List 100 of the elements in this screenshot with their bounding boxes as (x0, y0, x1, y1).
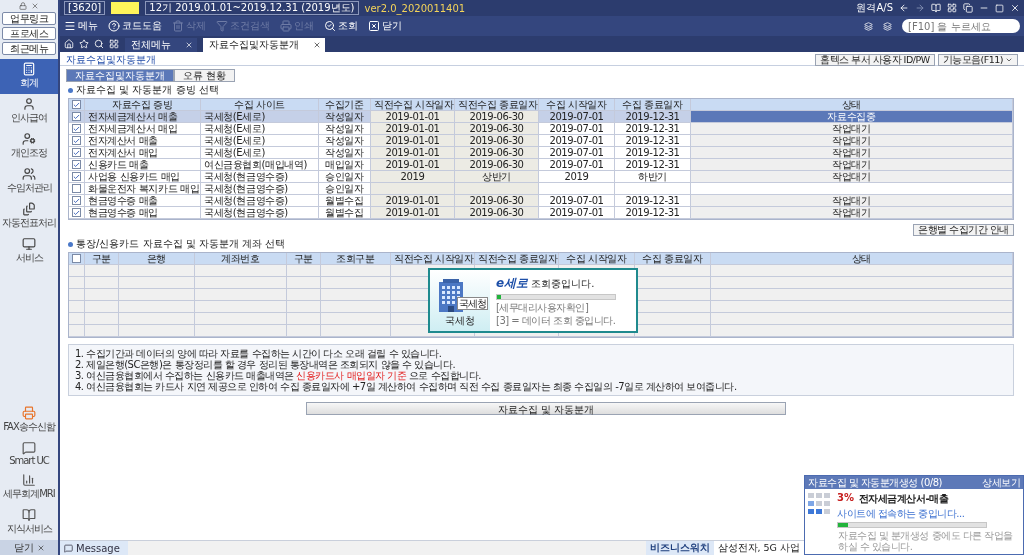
person-icon (22, 97, 36, 111)
header-button[interactable]: 홈텍스 부서 사용자 ID/PW (815, 53, 935, 66)
table-row[interactable]: 화물운전자 복지카드 매입 국세청(현금영수증) 승인일자 (69, 183, 1013, 195)
toolbar-button[interactable]: 닫기 (368, 19, 402, 33)
checkbox[interactable] (72, 136, 81, 145)
tab[interactable]: 전체메뉴 (125, 38, 197, 52)
table-cell: 2019 (539, 171, 615, 182)
checkbox[interactable] (72, 208, 81, 217)
table-cell: 전자세금계산서 매출 (85, 111, 201, 122)
progress-percent: 3% (837, 492, 854, 505)
fiscal-period: 12기 2019.01.01~2019.12.31 (2019년도) (145, 1, 359, 15)
column-header: 직전수집 종료일자 (475, 253, 559, 264)
table-cell: 전자세금계산서 매입 (85, 123, 201, 134)
tab[interactable]: 자료수집및자동분개 (203, 38, 325, 52)
table-cell: 2019-07-01 (539, 195, 615, 206)
maximize-icon[interactable] (995, 3, 1004, 13)
sidebar-item[interactable]: 수임처관리 (0, 164, 58, 199)
sidebar-link-button[interactable]: 프로세스 (2, 27, 56, 40)
checkbox[interactable] (72, 196, 81, 205)
table-row[interactable]: 신용카드 매출 여신금융협회(매입내역) 매입일자 2019-01-01 2019-06-30 2019-07-01 2019-12-31 작업대기 (69, 159, 1013, 171)
chat-icon (64, 543, 73, 553)
close-icon[interactable] (1010, 3, 1020, 13)
status-cell: 작업대기 (691, 195, 1013, 206)
checkbox[interactable] (72, 112, 81, 121)
table-cell: 2019-06-30 (455, 147, 539, 158)
checkbox[interactable] (72, 124, 81, 133)
column-header: 직전수집 시작일자 (391, 253, 475, 264)
search-icon[interactable] (94, 39, 104, 49)
person-icon (22, 132, 36, 146)
sidebar-item[interactable]: 서비스 (0, 234, 58, 269)
sub-tab[interactable]: 자료수집및자동분개 (66, 69, 174, 82)
sidebar-item[interactable]: 지식서비스 (0, 505, 58, 540)
sidebar-item[interactable]: 자동전표처리 (0, 199, 58, 234)
table-cell: 2019-07-01 (539, 207, 615, 218)
toolbar-button[interactable]: 조회 (324, 19, 358, 33)
news-ticker[interactable]: 삼성전자, 5G 사업 (713, 541, 804, 555)
sidebar-item[interactable]: 개인조정 (0, 129, 58, 164)
layers-icon[interactable] (883, 21, 892, 31)
sidebar-close-button[interactable]: 닫기 (0, 540, 58, 555)
layers-icon[interactable] (864, 21, 873, 31)
header-button[interactable]: 기능모음(F11) (937, 53, 1018, 66)
toolbar-button[interactable]: 메뉴 (64, 19, 98, 33)
note-text: 4. 여신금융협회는 카드사 지연 제공으로 인하여 수집 종료일자에 +7일 계산하여 수집하며 직전 수집 종료일자는 최종 수집일의 -7일로 계산하여 보여줍니다. (75, 381, 738, 392)
copy-icon[interactable] (963, 3, 973, 13)
checkbox[interactable] (72, 148, 81, 157)
table-row[interactable]: 전자세금계산서 매입 국세청(E세로) 작성일자 2019-01-01 2019-06-30 2019-07-01 2019-12-31 작업대기 (69, 123, 1013, 135)
sidebar-item[interactable]: FAX송수신함 (0, 403, 58, 438)
star-icon[interactable] (79, 39, 89, 49)
collect-button[interactable]: 자료수집 및 자동분개 (306, 402, 786, 415)
status-cell: 작업대기 (691, 147, 1013, 158)
sidebar-item[interactable]: 회계 (0, 59, 58, 94)
table-cell: 국세청(현금영수증) (201, 207, 319, 218)
checkbox[interactable] (72, 254, 81, 263)
status-cell: 작업대기 (691, 135, 1013, 146)
sidebar-item[interactable]: 인사급여 (0, 94, 58, 129)
detail-link[interactable]: 상세보기 (982, 475, 1020, 490)
table-cell: 국세청(E세로) (201, 111, 319, 122)
column-header: 수집 사이트 (201, 99, 319, 110)
table-row[interactable]: 사업용 신용카드 매입 국세청(현금영수증) 승인일자 2019 상반기 2019 하반기 작업대기 (69, 171, 1013, 183)
table-row[interactable]: 전자계산서 매출 국세청(E세로) 작성일자 2019-01-01 2019-06-30 2019-07-01 2019-12-31 작업대기 (69, 135, 1013, 147)
bullet-icon (68, 241, 73, 247)
help-icon (108, 20, 120, 32)
table-cell: 2019-01-01 (371, 135, 455, 146)
close-icon[interactable] (313, 41, 321, 49)
table-row[interactable]: 현금영수증 매출 국세청(현금영수증) 월별수집 2019-01-01 2019-06-30 2019-07-01 2019-12-31 작업대기 (69, 195, 1013, 207)
table-cell: 사업용 신용카드 매입 (85, 171, 201, 182)
book-icon[interactable] (931, 3, 941, 13)
bank-period-guide-button[interactable]: 은행별 수집기간 안내 (913, 224, 1014, 236)
home-icon[interactable] (64, 39, 74, 49)
lock-icon[interactable] (19, 2, 27, 10)
checkbox[interactable] (72, 160, 81, 169)
sidebar-link-button[interactable]: 최근메뉴 (2, 42, 56, 55)
remote-support-link[interactable]: 원격A/S (856, 1, 893, 15)
grid-icon[interactable] (109, 39, 119, 49)
column-header: 계좌번호 (195, 253, 287, 264)
checkbox[interactable] (72, 184, 81, 193)
toolbar-button[interactable]: 코드도움 (108, 19, 162, 33)
sidebar-item-label: 서비스 (15, 251, 43, 265)
checkbox[interactable] (72, 172, 81, 181)
checkbox[interactable] (72, 100, 81, 109)
back-icon[interactable] (899, 3, 909, 13)
sidebar-item[interactable]: 세무회계MRI (0, 470, 58, 505)
table-cell: 2019-07-01 (539, 159, 615, 170)
people-icon (22, 167, 36, 181)
table-cell: 2019-06-30 (455, 207, 539, 218)
sidebar-link-button[interactable]: 업무링크 (2, 12, 56, 25)
column-header: 수집 시작일자 (539, 99, 615, 110)
chart-icon (22, 473, 36, 487)
table-cell: 2019-06-30 (455, 195, 539, 206)
table-cell: 2019-01-01 (371, 159, 455, 170)
sub-tab[interactable]: 오류 현황 (174, 69, 236, 82)
search-field[interactable]: [F10] 을 누르세요 (902, 19, 1020, 33)
grid-icon[interactable] (947, 3, 957, 13)
table-cell: 국세청(E세로) (201, 147, 319, 158)
forward-icon[interactable] (915, 3, 925, 13)
message-tab[interactable]: Message (60, 541, 128, 555)
table-row[interactable]: 현금영수증 매입 국세청(현금영수증) 월별수집 2019-01-01 2019-06-30 2019-07-01 2019-12-31 작업대기 (69, 207, 1013, 219)
table-row[interactable]: 전자계산서 매입 국세청(E세로) 작성일자 2019-01-01 2019-06-30 2019-07-01 2019-12-31 작업대기 (69, 147, 1013, 159)
table-row[interactable]: 전자세금계산서 매출 국세청(E세로) 작성일자 2019-01-01 2019-06-30 2019-07-01 2019-12-31 자료수집중 (69, 111, 1013, 123)
sidebar-item[interactable]: Smart UC (0, 438, 58, 470)
